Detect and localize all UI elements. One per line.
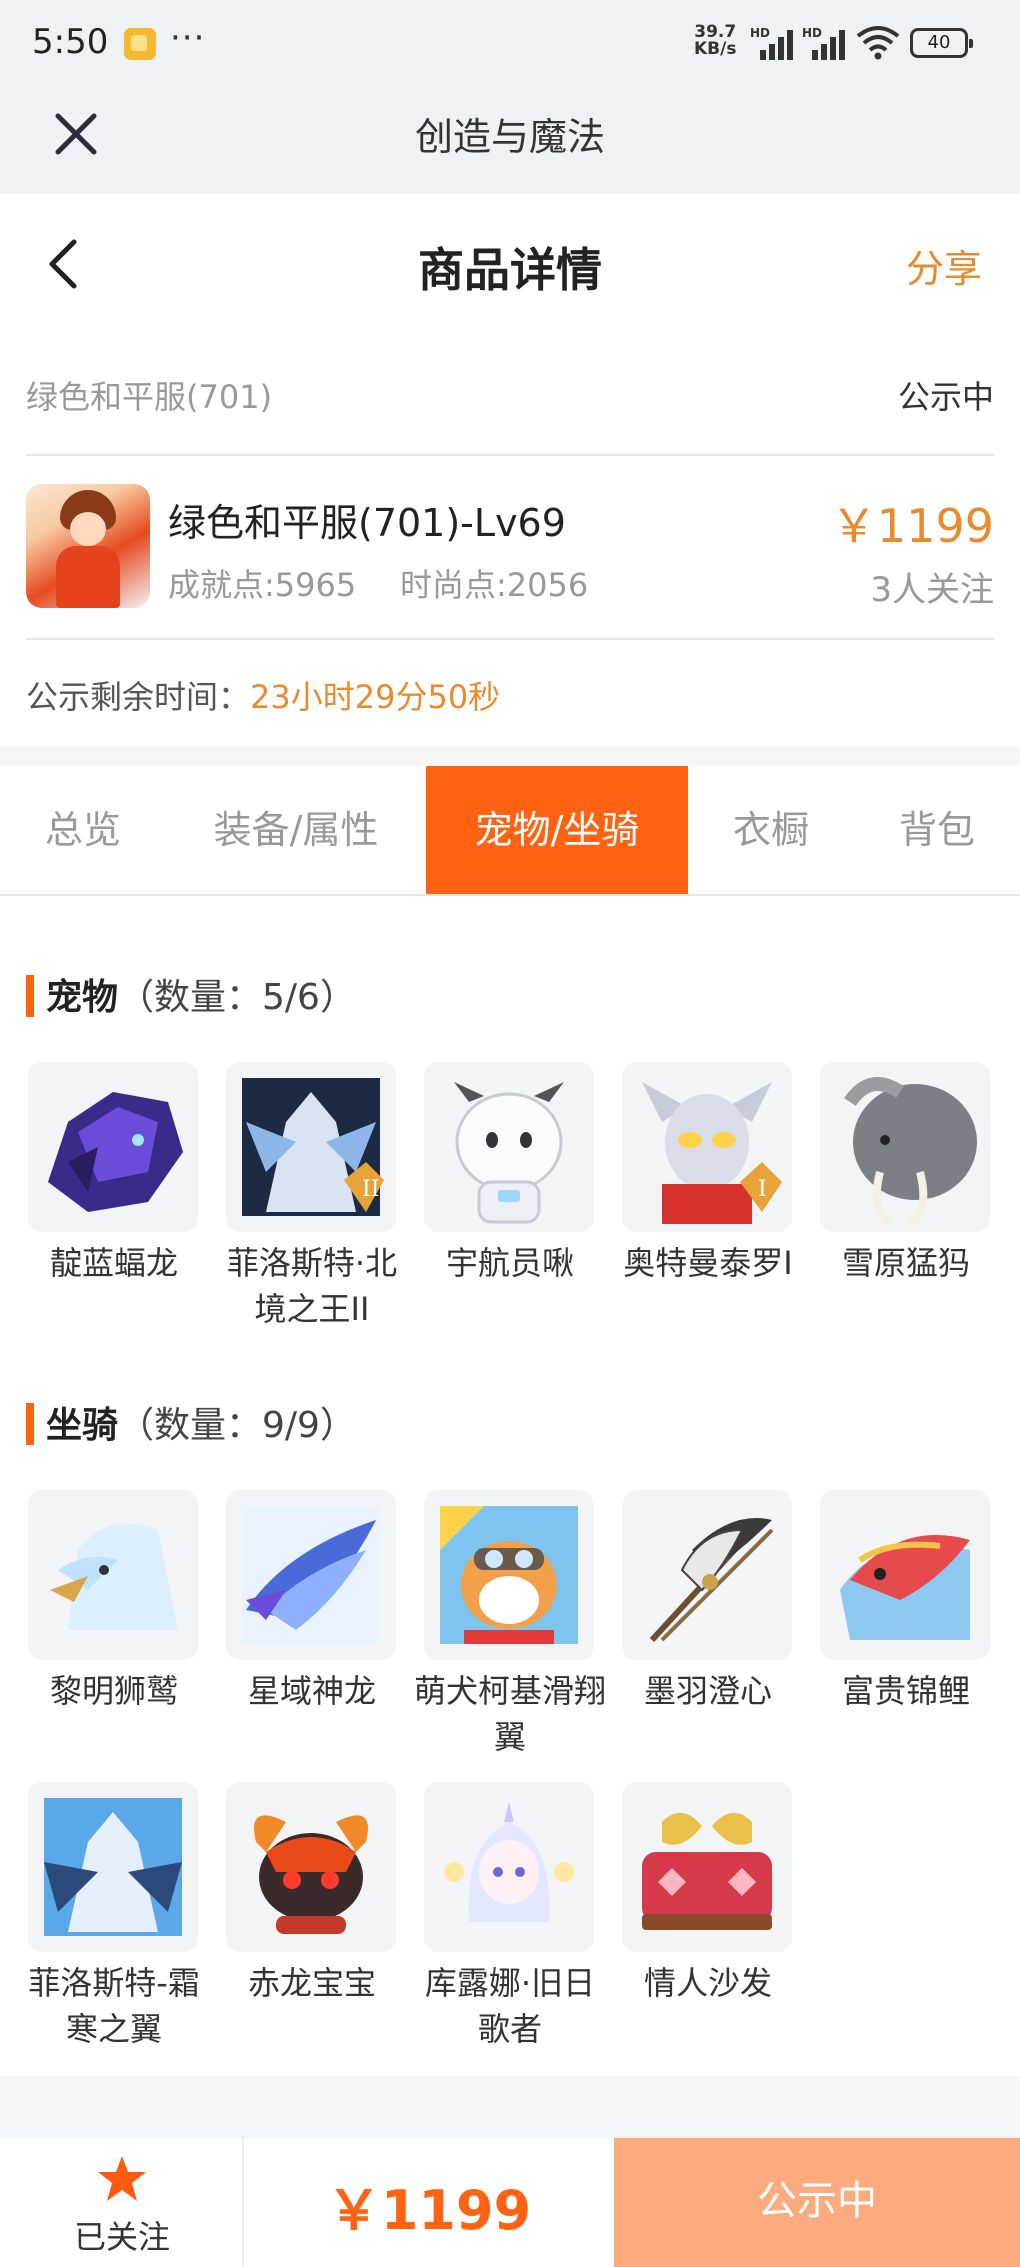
mounts-title: 坐骑 (46, 1405, 119, 1446)
battery-icon: 40 (910, 28, 973, 58)
pets-count: （数量：5/6） (118, 977, 356, 1018)
mount-name: 萌犬柯基滑翔翼 (413, 1672, 606, 1756)
notification-app-icon (124, 28, 156, 60)
bottom-action-bar: 已关注 ￥1199 公示中 (0, 2137, 1020, 2267)
bottom-price: ￥1199 (326, 2179, 532, 2242)
mounts-count: （数量：9/9） (118, 1405, 356, 1446)
status-text: 公示中 (897, 378, 994, 416)
corgi-glider-icon (424, 1490, 594, 1660)
mount-item[interactable]: 赤龙宝宝 (226, 1782, 398, 2006)
red-dragon-baby-icon (226, 1782, 396, 1952)
mount-name: 库露娜·旧日歌者 (424, 1964, 596, 2048)
divider (26, 638, 994, 640)
fashion-points: 时尚点:2056 (400, 566, 589, 604)
mount-name: 富贵锦鲤 (841, 1672, 970, 1710)
mount-name: 菲洛斯特-霜寒之翼 (28, 1964, 200, 2048)
mount-name: 星域神龙 (247, 1672, 376, 1710)
divider (26, 454, 994, 456)
tab-bar: 总览 装备/属性 宠物/坐骑 衣橱 背包 (0, 766, 1020, 896)
signal-hd-label-2: HD (802, 26, 823, 40)
pets-title: 宠物 (46, 977, 119, 1018)
dawn-griffin-icon (28, 1490, 198, 1660)
pet-name: 宇航员啾 (445, 1244, 574, 1282)
wifi-icon (856, 26, 900, 60)
ink-feather-icon (622, 1490, 792, 1660)
follow-label: 已关注 (73, 2218, 170, 2256)
network-speed: 39.7 KB/s (694, 24, 736, 58)
signal-icon-2: HD (802, 26, 850, 60)
tab-wardrobe[interactable]: 衣橱 (688, 766, 854, 894)
achievement-points: 成就点:5965 (168, 566, 357, 604)
mounts-section-title: 坐骑（数量：9/9） (26, 1396, 356, 1448)
mount-name: 情人沙发 (643, 1964, 772, 2002)
mount-name: 墨羽澄心 (643, 1672, 772, 1710)
indigo-bat-dragon-icon (28, 1062, 198, 1232)
character-name: 绿色和平服(701)-Lv69 (168, 501, 566, 545)
mount-item[interactable]: 库露娜·旧日歌者 (424, 1782, 596, 2052)
remaining-time-label: 公示剩余时间： (26, 678, 251, 716)
mount-item[interactable]: 星域神龙 (226, 1490, 398, 1714)
mount-item[interactable]: 富贵锦鲤 (820, 1490, 992, 1714)
signal-icon: HD (750, 26, 798, 60)
window-bar: 创造与魔法 (0, 86, 1020, 194)
tab-overview[interactable]: 总览 (0, 766, 166, 894)
kuluna-singer-icon (424, 1782, 594, 1952)
ultraman-taro-icon: I (622, 1062, 792, 1232)
server-name: 绿色和平服(701) (26, 378, 273, 416)
mount-item[interactable]: 墨羽澄心 (622, 1490, 794, 1714)
product-summary: 绿色和平服(701) 公示中 绿色和平服(701)-Lv69 成就点:5965 … (0, 334, 1020, 746)
mount-item[interactable]: 萌犬柯基滑翔翼 (414, 1490, 606, 1760)
pet-name: 雪原猛犸 (841, 1244, 970, 1282)
star-icon (98, 2156, 146, 2201)
pet-item[interactable]: I 奥特曼泰罗I (622, 1062, 794, 1286)
koi-fish-icon (820, 1490, 990, 1660)
pet-name: 奥特曼泰罗I (623, 1244, 793, 1282)
svg-text:II: II (362, 1177, 379, 1202)
pet-item[interactable]: 雪原猛犸 (820, 1062, 992, 1286)
mount-item[interactable]: 菲洛斯特-霜寒之翼 (28, 1782, 200, 2052)
snow-mammoth-icon (820, 1062, 990, 1232)
philost-frost-wing-icon (28, 1782, 198, 1952)
share-button[interactable]: 分享 (906, 238, 982, 293)
follower-count: 3人关注 (870, 570, 994, 610)
status-bar: 5:50 ··· 39.7 KB/s HD HD 40 (0, 0, 1020, 86)
tab-equipment[interactable]: 装备/属性 (166, 766, 426, 894)
mount-item[interactable]: 情人沙发 (622, 1782, 794, 2006)
mount-name: 黎明狮鹫 (49, 1672, 178, 1710)
signal-hd-label: HD (750, 26, 771, 40)
philost-north-king-icon: II (226, 1062, 396, 1232)
publicity-status-button[interactable]: 公示中 (614, 2138, 1020, 2267)
page-title: 商品详情 (418, 243, 602, 297)
mount-item[interactable]: 黎明狮鹫 (28, 1490, 200, 1714)
pets-section-title: 宠物（数量：5/6） (26, 968, 356, 1020)
tab-backpack[interactable]: 背包 (854, 766, 1020, 894)
pets-mounts-panel: 宠物（数量：5/6） 靛蓝蝠龙 II 菲洛斯特·北境之王II 宇航员啾 I 奥特… (0, 896, 1020, 2076)
page-header: 商品详情 分享 (0, 194, 1020, 334)
svg-text:I: I (758, 1177, 767, 1202)
character-avatar (26, 484, 150, 608)
remaining-time-value: 23小时29分50秒 (250, 678, 501, 716)
status-time: 5:50 (32, 22, 109, 62)
lover-sofa-icon (622, 1782, 792, 1952)
mount-name: 赤龙宝宝 (247, 1964, 376, 2002)
price: ￥1199 (830, 499, 994, 553)
remaining-time: 公示剩余时间：23小时29分50秒 (26, 672, 500, 718)
star-dragon-icon (226, 1490, 396, 1660)
pet-item[interactable]: 靛蓝蝠龙 (28, 1062, 200, 1286)
pet-name: 靛蓝蝠龙 (49, 1244, 178, 1282)
pet-name: 菲洛斯特·北境之王II (226, 1244, 398, 1328)
more-notifications-icon: ··· (170, 18, 206, 58)
astronaut-chick-icon (424, 1062, 594, 1232)
follow-button[interactable]: 已关注 (0, 2138, 244, 2267)
network-speed-unit: KB/s (694, 39, 737, 59)
pet-item[interactable]: 宇航员啾 (424, 1062, 596, 1286)
tab-pets-mounts[interactable]: 宠物/坐骑 (426, 766, 688, 894)
window-title: 创造与魔法 (414, 115, 605, 159)
pet-item[interactable]: II 菲洛斯特·北境之王II (226, 1062, 398, 1332)
